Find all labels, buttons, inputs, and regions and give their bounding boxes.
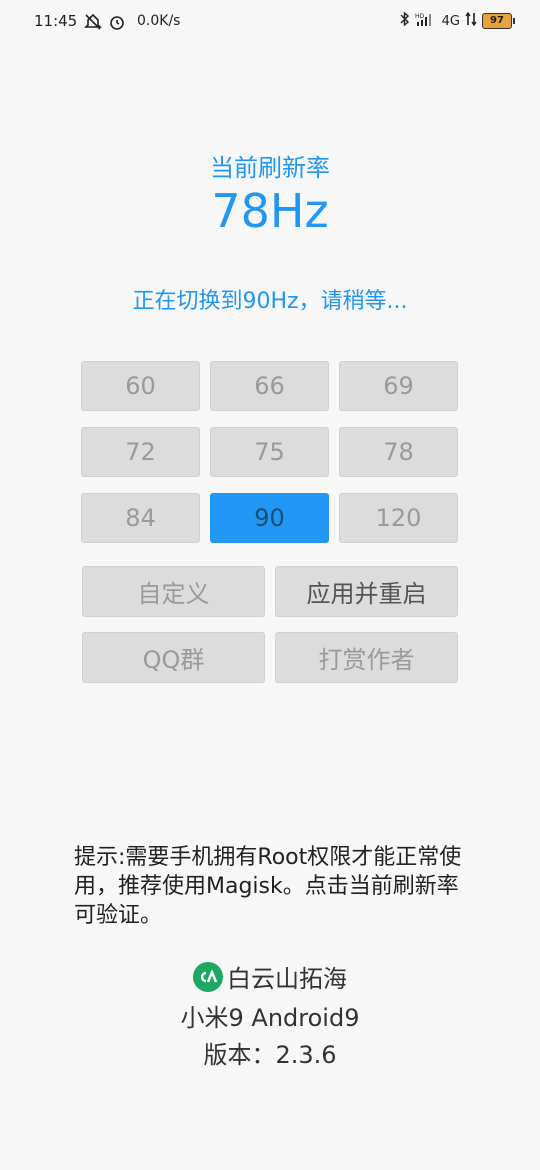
current-rate-label[interactable]: 当前刷新率 (0, 148, 540, 183)
author-logo-icon (193, 961, 223, 992)
svg-text:HD: HD (415, 13, 425, 20)
rate-button-66[interactable]: 66 (210, 361, 329, 411)
qq-group-button[interactable]: QQ群 (82, 632, 265, 683)
version-text: 版本：2.3.6 (203, 1041, 337, 1069)
status-bar: 11:45 0.0K/s HD 4G 97 (0, 0, 540, 44)
rate-button-78[interactable]: 78 (339, 427, 458, 477)
donate-author-button[interactable]: 打赏作者 (275, 632, 458, 683)
rate-button-90-selected[interactable]: 90 (210, 493, 329, 543)
rate-button-75[interactable]: 75 (210, 427, 329, 477)
status-time: 11:45 (34, 12, 78, 30)
network-type: 4G (441, 13, 460, 29)
rate-button-120[interactable]: 120 (339, 493, 458, 543)
rate-button-72[interactable]: 72 (81, 427, 200, 477)
rate-button-84[interactable]: 84 (81, 493, 200, 543)
data-arrows-icon (465, 11, 477, 31)
rate-button-60[interactable]: 60 (81, 361, 200, 411)
switching-message: 正在切换到90Hz，请稍等... (132, 289, 408, 314)
author-name: 白云山拓海 (227, 965, 347, 993)
signal-hd-icon: HD (415, 11, 437, 31)
notification-off-icon (84, 13, 102, 35)
root-hint-text: 提示:需要手机拥有Root权限才能正常使用，推荐使用Magisk。点击当前刷新率… (74, 845, 462, 928)
rate-button-69[interactable]: 69 (339, 361, 458, 411)
custom-rate-button[interactable]: 自定义 (82, 566, 265, 617)
author-row[interactable]: 白云山拓海 (0, 959, 540, 994)
battery-indicator: 97 (482, 13, 515, 29)
status-right-group: HD 4G 97 (400, 11, 515, 31)
net-speed: 0.0K/s (137, 13, 181, 29)
device-info: 小米9 Android9 (180, 1004, 360, 1032)
current-rate-value[interactable]: 78Hz (0, 184, 540, 238)
alarm-icon (108, 13, 126, 35)
bluetooth-icon (400, 11, 410, 31)
apply-restart-button[interactable]: 应用并重启 (275, 566, 458, 617)
